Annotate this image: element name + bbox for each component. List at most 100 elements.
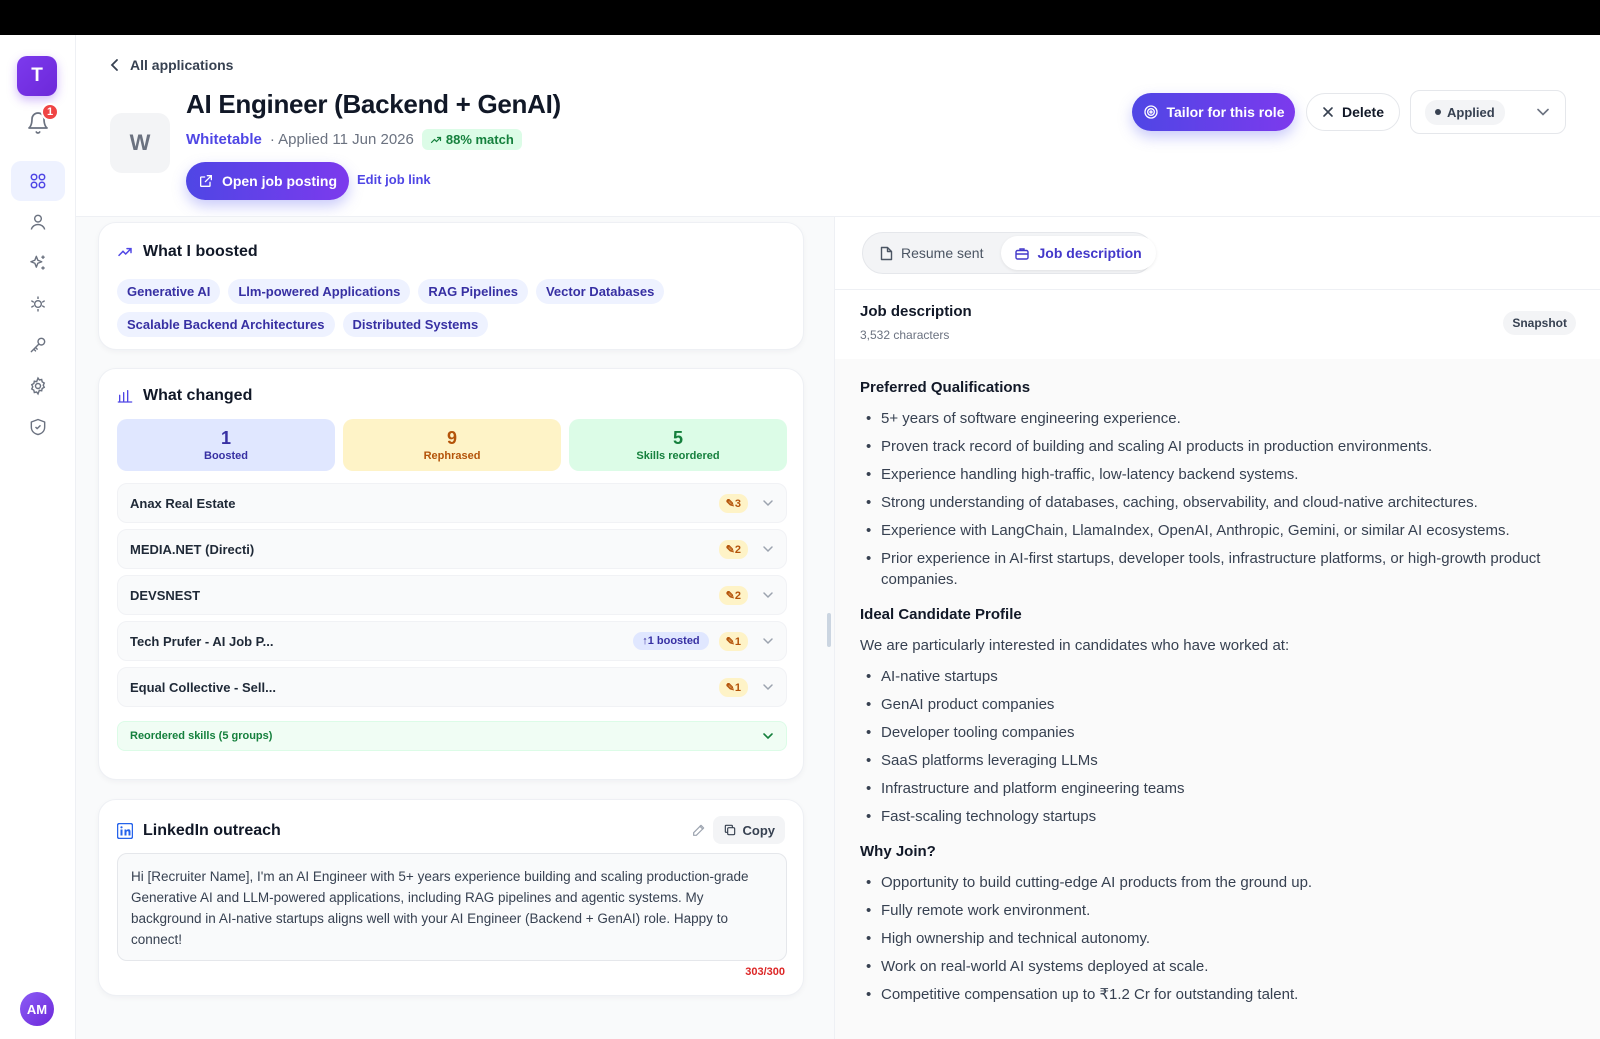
reordered-skills-label: Reordered skills (5 groups) [130, 730, 273, 742]
company-name[interactable]: Whitetable [186, 131, 262, 148]
chevron-down-icon [763, 638, 773, 645]
edit-count-badge: ✎2 [718, 585, 748, 605]
job-description-panel: Resume sent Job description Job descript… [834, 217, 1600, 1039]
tab-resume-sent[interactable]: Resume sent [866, 236, 997, 270]
copy-icon [724, 824, 735, 836]
jd-bullet-list: AI-native startups GenAI product compani… [860, 666, 1580, 827]
delete-label: Delete [1341, 104, 1385, 120]
profile-icon [30, 214, 46, 230]
stat-label: Skills reordered [636, 450, 720, 462]
company-logo: W [110, 113, 170, 173]
nav-profile[interactable] [11, 202, 65, 242]
edit-count-badge: ✎2 [718, 539, 748, 559]
boosted-tag: Llm-powered Applications [228, 279, 411, 304]
chevron-down-icon [763, 733, 773, 740]
key-icon [30, 337, 46, 353]
nav-ai-tools[interactable] [11, 243, 65, 283]
outreach-message-field[interactable]: Hi [Recruiter Name], I'm an AI Engineer … [117, 853, 787, 961]
jd-bullet: Fully remote work environment. [860, 900, 1580, 921]
back-link[interactable]: All applications [110, 57, 233, 73]
outreach-title: LinkedIn outreach [143, 822, 281, 839]
stat-skills-reordered: 5 Skills reordered [569, 419, 787, 471]
experience-name: Tech Prufer - AI Job P... [130, 633, 274, 649]
chevron-down-icon [763, 684, 773, 691]
nav-keys[interactable] [11, 325, 65, 365]
experience-row[interactable]: MEDIA.NET (Directi) ✎2 [117, 529, 787, 569]
status-dot [1435, 109, 1441, 115]
job-meta: Whitetable · Applied 11 Jun 2026 88% mat… [186, 129, 522, 150]
sparkles-icon [30, 255, 45, 270]
app-logo[interactable]: T [17, 56, 57, 96]
external-link-icon [199, 175, 212, 187]
panel-resize-handle[interactable] [827, 613, 831, 647]
job-title: AI Engineer (Backend + GenAI) [186, 89, 561, 119]
bar-chart-icon [117, 390, 133, 403]
changes-card: What changed 1 Boosted 9 Rephrased 5 Ski… [98, 368, 804, 780]
stat-number: 5 [672, 428, 683, 448]
copy-button[interactable]: Copy [712, 816, 785, 844]
tailor-role-button[interactable]: Tailor for this role [1132, 93, 1295, 131]
character-total: 3,532 characters [860, 328, 950, 342]
status-label: Applied [1447, 104, 1495, 120]
experience-row[interactable]: Tech Prufer - AI Job P... ↑1 boosted ✎1 [117, 621, 787, 661]
edit-count-badge: ✎3 [718, 493, 748, 513]
jd-bullet: Work on real-world AI systems deployed a… [860, 956, 1580, 977]
panel-tabs: Resume sent Job description [862, 232, 1156, 274]
changes-title: What changed [143, 387, 253, 404]
experience-row[interactable]: DEVSNEST ✎2 [117, 575, 787, 615]
delete-button[interactable]: Delete [1306, 93, 1400, 131]
job-description-title: Job description [860, 303, 972, 320]
experience-row[interactable]: Equal Collective - Sell... ✎1 [117, 667, 787, 707]
document-icon [880, 246, 893, 260]
experience-name: Equal Collective - Sell... [130, 679, 276, 695]
stat-number: 1 [220, 428, 231, 448]
changes-header: What changed [117, 387, 252, 405]
edit-job-link[interactable]: Edit job link [357, 172, 431, 187]
boosted-tag: RAG Pipelines [418, 279, 528, 304]
trend-up-icon [118, 247, 132, 257]
boosted-header: What I boosted [117, 243, 258, 261]
experience-row[interactable]: Anax Real Estate ✎3 [117, 483, 787, 523]
match-badge: 88% match [421, 129, 522, 150]
jd-paragraph: We are particularly interested in candid… [860, 637, 1290, 654]
stat-label: Rephrased [423, 450, 481, 462]
jd-bullet: High ownership and technical autonomy. [860, 928, 1580, 949]
trend-up-icon [430, 136, 441, 143]
shield-icon [30, 418, 46, 436]
open-job-posting-button[interactable]: Open job posting [186, 162, 349, 200]
jd-bullet: Opportunity to build cutting-edge AI pro… [860, 872, 1580, 893]
reordered-skills-row[interactable]: Reordered skills (5 groups) [117, 721, 787, 751]
copy-label: Copy [742, 822, 776, 838]
boosted-tag: Distributed Systems [342, 312, 489, 337]
nav-dashboard[interactable] [11, 161, 65, 201]
match-label: 88% match [445, 132, 514, 147]
character-count: 303/300 [745, 966, 785, 978]
boosted-tag: Generative AI [117, 279, 221, 304]
nav-security[interactable] [11, 407, 65, 447]
stat-boosted: 1 Boosted [117, 419, 335, 471]
stat-rephrased: 9 Rephrased [343, 419, 561, 471]
jd-section-heading: Ideal Candidate Profile [860, 606, 1022, 623]
jd-bullet: AI-native startups [860, 666, 1580, 687]
chevron-down-icon [763, 546, 773, 553]
experience-name: DEVSNEST [130, 587, 201, 603]
jd-bullet: Developer tooling companies [860, 722, 1580, 743]
nav-settings[interactable] [11, 366, 65, 406]
stat-number: 9 [446, 428, 457, 448]
user-avatar[interactable]: AM [20, 992, 54, 1026]
nav-interview[interactable] [11, 284, 65, 324]
change-stats: 1 Boosted 9 Rephrased 5 Skills reordered [117, 419, 787, 471]
chevron-down-icon [1537, 108, 1549, 116]
tab-label: Resume sent [901, 245, 984, 261]
jd-section-heading: Why Join? [860, 843, 936, 860]
edit-icon[interactable] [691, 822, 707, 838]
status-dropdown[interactable]: Applied [1410, 90, 1566, 134]
top-black-bar [0, 0, 1600, 35]
changes-panel: What I boosted Generative AI Llm-powered… [76, 217, 834, 1039]
tab-job-description[interactable]: Job description [1001, 236, 1156, 270]
tailor-role-label: Tailor for this role [1166, 104, 1285, 120]
chevron-down-icon [763, 500, 773, 507]
jd-bullet: Proven track record of building and scal… [860, 436, 1580, 457]
chevron-left-icon [110, 59, 118, 71]
edit-count-badge: ✎1 [718, 631, 748, 651]
